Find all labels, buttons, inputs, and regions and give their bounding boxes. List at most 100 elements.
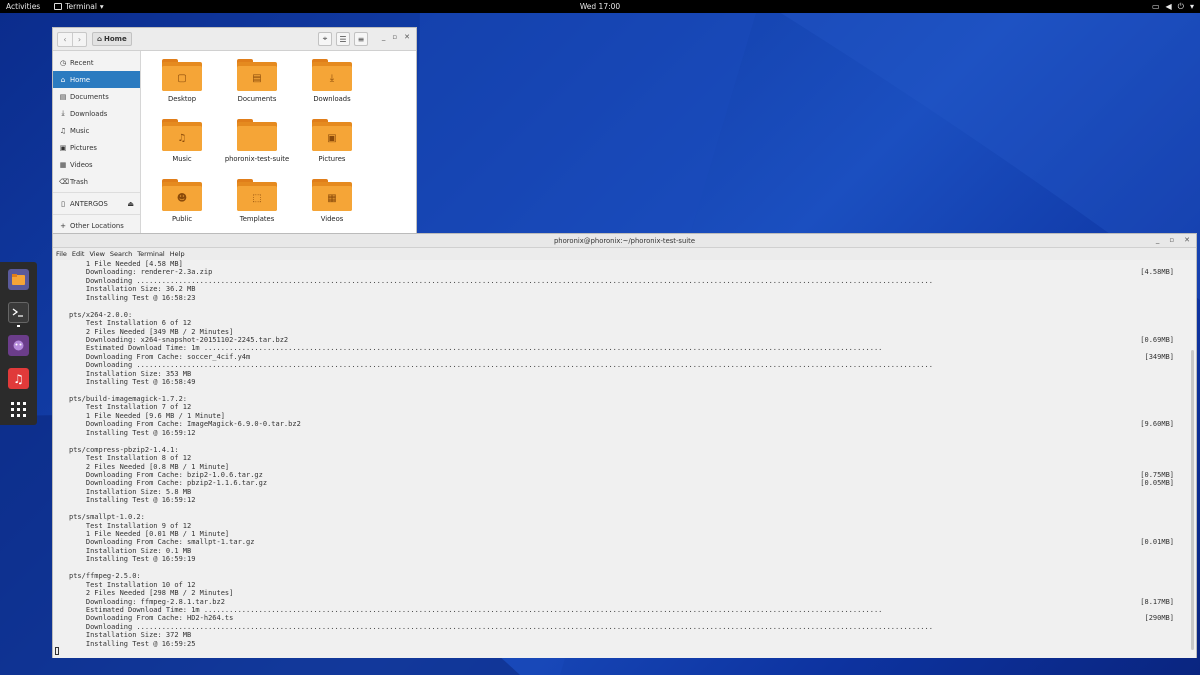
menu-search[interactable]: Search: [110, 250, 132, 258]
app-menu[interactable]: Terminal ▾: [54, 2, 104, 11]
sidebar-item-label: Recent: [70, 58, 94, 67]
back-button[interactable]: ‹: [58, 33, 72, 46]
terminal-line-text: Installing Test @ 16:59:19: [69, 555, 196, 564]
terminal-line: 2 Files Needed [298 MB / 2 Minutes]: [69, 589, 1196, 597]
sidebar-item-videos[interactable]: ▦ Videos: [53, 156, 140, 173]
forward-button[interactable]: ›: [72, 32, 86, 46]
activities-button[interactable]: Activities: [6, 2, 40, 11]
terminal-line: Downloading From Cache: ImageMagick-6.9.…: [69, 420, 1196, 428]
terminal-line: Downloading From Cache: bzip2-1.0.6.tar.…: [69, 471, 1196, 479]
list-view-button[interactable]: ☰: [336, 32, 350, 46]
terminal-line-text: Installing Test @ 16:58:49: [69, 378, 196, 387]
terminal-line-text: 2 Files Needed [349 MB / 2 Minutes]: [69, 327, 234, 336]
folder-documents[interactable]: ▤ Documents: [222, 59, 292, 103]
folder-videos[interactable]: ▦ Videos: [297, 179, 367, 223]
menu-edit[interactable]: Edit: [72, 250, 85, 258]
menu-help[interactable]: Help: [170, 250, 185, 258]
dash-dock: ♫: [0, 262, 37, 425]
sidebar-item-label: Trash: [70, 177, 88, 186]
terminal-line-text: Downloading: renderer-2.3a.zip: [69, 268, 213, 277]
terminal-line: Installing Test @ 16:58:23: [69, 294, 1196, 302]
terminal-line-text: pts/x264-2.0.0:: [69, 310, 133, 319]
terminal-line-size: [0.69MB]: [1140, 335, 1174, 344]
terminal-line-text: Installation Size: 5.8 MB: [69, 487, 192, 496]
sidebar-item-antergos[interactable]: ▯ ANTERGOS ⏏: [53, 195, 140, 212]
terminal-line-size: [0.75MB]: [1140, 470, 1174, 479]
folder-public[interactable]: ☻ Public: [147, 179, 217, 223]
terminal-line-text: Installing Test @ 16:59:25: [69, 639, 196, 648]
app-menu-label: Terminal: [65, 2, 97, 11]
download-icon: ⤓: [312, 66, 352, 91]
terminal-line-text: Installation Size: 0.1 MB: [69, 546, 192, 555]
sidebar-item-documents[interactable]: ▤ Documents: [53, 88, 140, 105]
folder-desktop[interactable]: ▢ Desktop: [147, 59, 217, 103]
music-icon: ♫: [59, 126, 67, 135]
window-controls: _ ▫ ✕: [382, 33, 410, 41]
video-icon: ▦: [312, 186, 352, 211]
terminal-line-text: Installing Test @ 16:59:12: [69, 496, 196, 505]
terminal-line-text: Estimated Download Time: 1m ............…: [69, 605, 883, 614]
home-icon: ⌂: [60, 75, 66, 84]
terminal-line: Test Installation 9 of 12: [69, 522, 1196, 530]
clock[interactable]: Wed 17:00: [580, 2, 620, 11]
menu-file[interactable]: File: [56, 250, 67, 258]
path-bar-home[interactable]: ⌂ Home: [92, 32, 132, 46]
sidebar-item-home[interactable]: ⌂ Home: [53, 71, 140, 88]
terminal-line: Test Installation 8 of 12: [69, 454, 1196, 462]
terminal-line-text: pts/compress-pbzip2-1.4.1:: [69, 445, 179, 454]
music-app-icon[interactable]: ♫: [8, 368, 29, 389]
top-bar: Activities Terminal ▾ Wed 17:00 ▭ ◀ ⏻ ▾: [0, 0, 1200, 13]
maximize-button[interactable]: ▫: [1169, 236, 1174, 244]
terminal-line: 2 Files Needed [0.8 MB / 1 Minute]: [69, 463, 1196, 471]
folder-pictures[interactable]: ▣ Pictures: [297, 119, 367, 163]
terminal-titlebar[interactable]: phoronix@phoronix:~/phoronix-test-suite …: [53, 234, 1196, 248]
trash-icon: ⌫: [59, 177, 69, 186]
files-app-icon[interactable]: [8, 269, 29, 290]
terminal-app-icon[interactable]: [8, 302, 29, 323]
system-status-area[interactable]: ▭ ◀ ⏻ ▾: [1152, 2, 1194, 12]
location-button[interactable]: ⌖: [318, 32, 332, 46]
close-button[interactable]: ✕: [404, 33, 410, 41]
terminal-line-text: Installing Test @ 16:59:12: [69, 428, 196, 437]
sidebar-item-music[interactable]: ♫ Music: [53, 122, 140, 139]
terminal-line-text: Downloading ............................…: [69, 276, 933, 285]
folder-downloads[interactable]: ⤓ Downloads: [297, 59, 367, 103]
sidebar-item-other-locations[interactable]: + Other Locations: [53, 217, 140, 234]
sidebar-item-pictures[interactable]: ▣ Pictures: [53, 139, 140, 156]
scrollbar[interactable]: [1191, 350, 1194, 650]
sidebar-item-recent[interactable]: ◷ Recent: [53, 54, 140, 71]
terminal-line-size: [290MB]: [1144, 614, 1174, 623]
show-applications-icon[interactable]: [8, 399, 29, 420]
minimize-button[interactable]: _: [1156, 236, 1160, 244]
terminal-line-text: Test Installation 6 of 12: [69, 319, 192, 328]
terminal-output[interactable]: 1 File Needed [4.58 MB] Downloading: ren…: [53, 260, 1196, 658]
terminal-line-text: Downloading From Cache: HD2-h264.ts: [69, 614, 234, 623]
sidebar-item-trash[interactable]: ⌫ Trash: [53, 173, 140, 190]
maximize-button[interactable]: ▫: [392, 33, 397, 41]
terminal-line-text: Test Installation 9 of 12: [69, 521, 192, 530]
folder-phoronix-test-suite[interactable]: phoronix-test-suite: [222, 119, 292, 163]
terminal-line: Test Installation 7 of 12: [69, 403, 1196, 411]
terminal-line: 1 File Needed [9.6 MB / 1 Minute]: [69, 412, 1196, 420]
sidebar-item-label: Music: [70, 126, 90, 135]
minimize-button[interactable]: _: [382, 33, 386, 41]
close-button[interactable]: ✕: [1184, 236, 1190, 244]
terminal-line: pts/x264-2.0.0:: [69, 311, 1196, 319]
terminal-line-size: [8.17MB]: [1140, 597, 1174, 606]
menu-terminal[interactable]: Terminal: [137, 250, 164, 258]
terminal-line: Estimated Download Time: 1m ............…: [69, 344, 1196, 352]
chat-app-icon[interactable]: [8, 335, 29, 356]
menu-button[interactable]: ≡: [354, 32, 368, 46]
folder-music[interactable]: ♫ Music: [147, 119, 217, 163]
folder-templates[interactable]: ⬚ Templates: [222, 179, 292, 223]
terminal-line-text: pts/build-imagemagick-1.7.2:: [69, 395, 188, 403]
folder-icon: [237, 126, 277, 151]
eject-icon[interactable]: ⏏: [127, 200, 134, 208]
menu-view[interactable]: View: [89, 250, 104, 258]
terminal-line: Downloading From Cache: smallpt-1.tar.gz…: [69, 538, 1196, 546]
terminal-line: Downloading: x264-snapshot-20151102-2245…: [69, 336, 1196, 344]
sidebar-item-downloads[interactable]: ⤓ Downloads: [53, 105, 140, 122]
terminal-line: Downloading: ffmpeg-2.8.1.tar.bz2 [8.17MB…: [69, 598, 1196, 606]
